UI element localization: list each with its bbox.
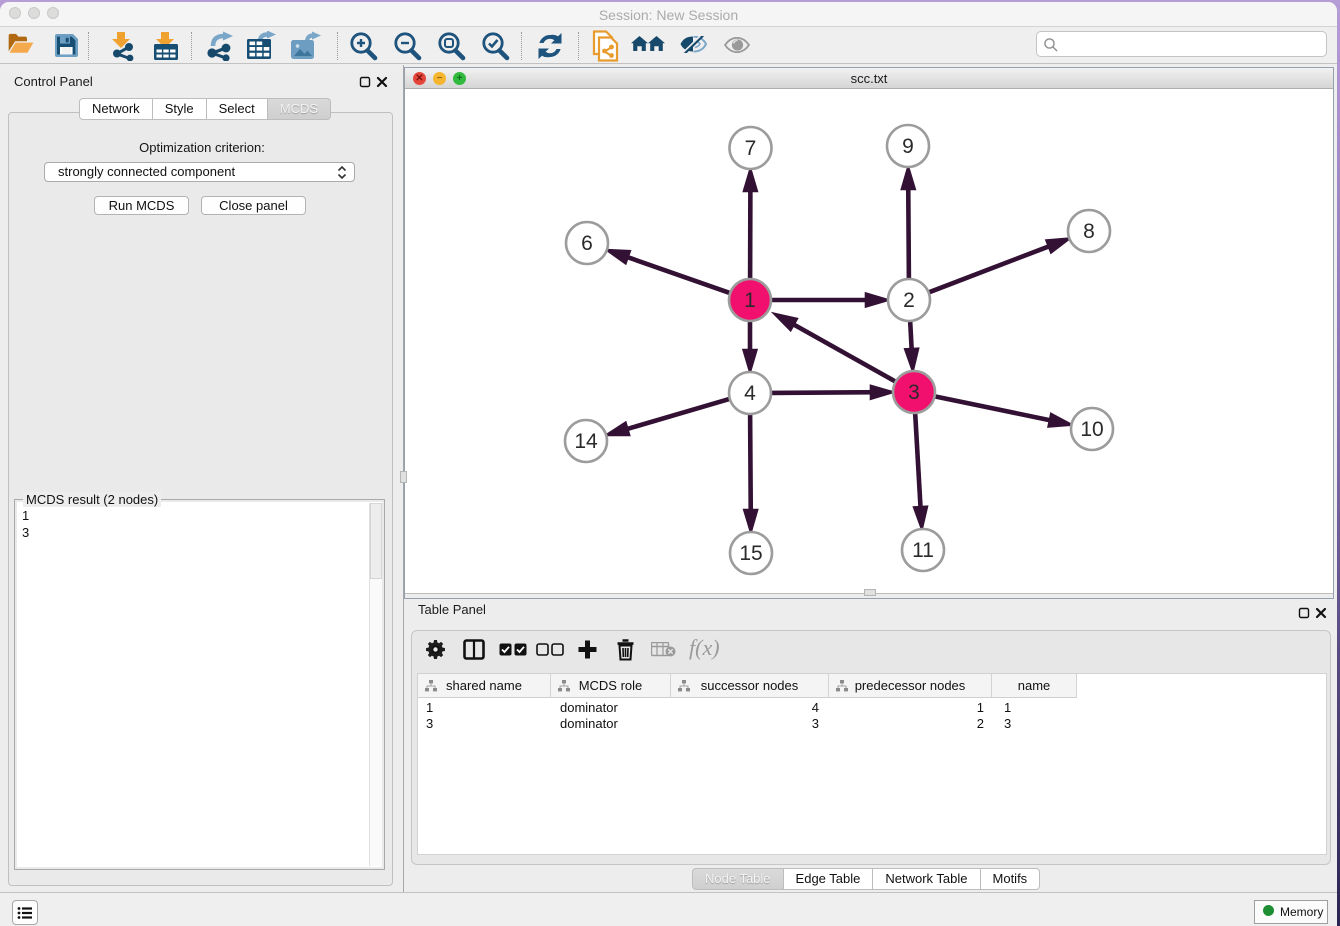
svg-text:6: 6	[581, 232, 593, 255]
svg-text:7: 7	[745, 137, 757, 160]
svg-text:4: 4	[744, 382, 756, 405]
svg-text:2: 2	[903, 289, 915, 312]
svg-text:11: 11	[912, 539, 934, 562]
svg-text:10: 10	[1080, 418, 1103, 441]
svg-text:1: 1	[744, 289, 756, 312]
svg-text:8: 8	[1083, 220, 1095, 243]
svg-text:15: 15	[739, 542, 762, 565]
svg-text:14: 14	[574, 430, 598, 453]
svg-text:9: 9	[902, 135, 914, 158]
svg-text:3: 3	[908, 381, 920, 404]
